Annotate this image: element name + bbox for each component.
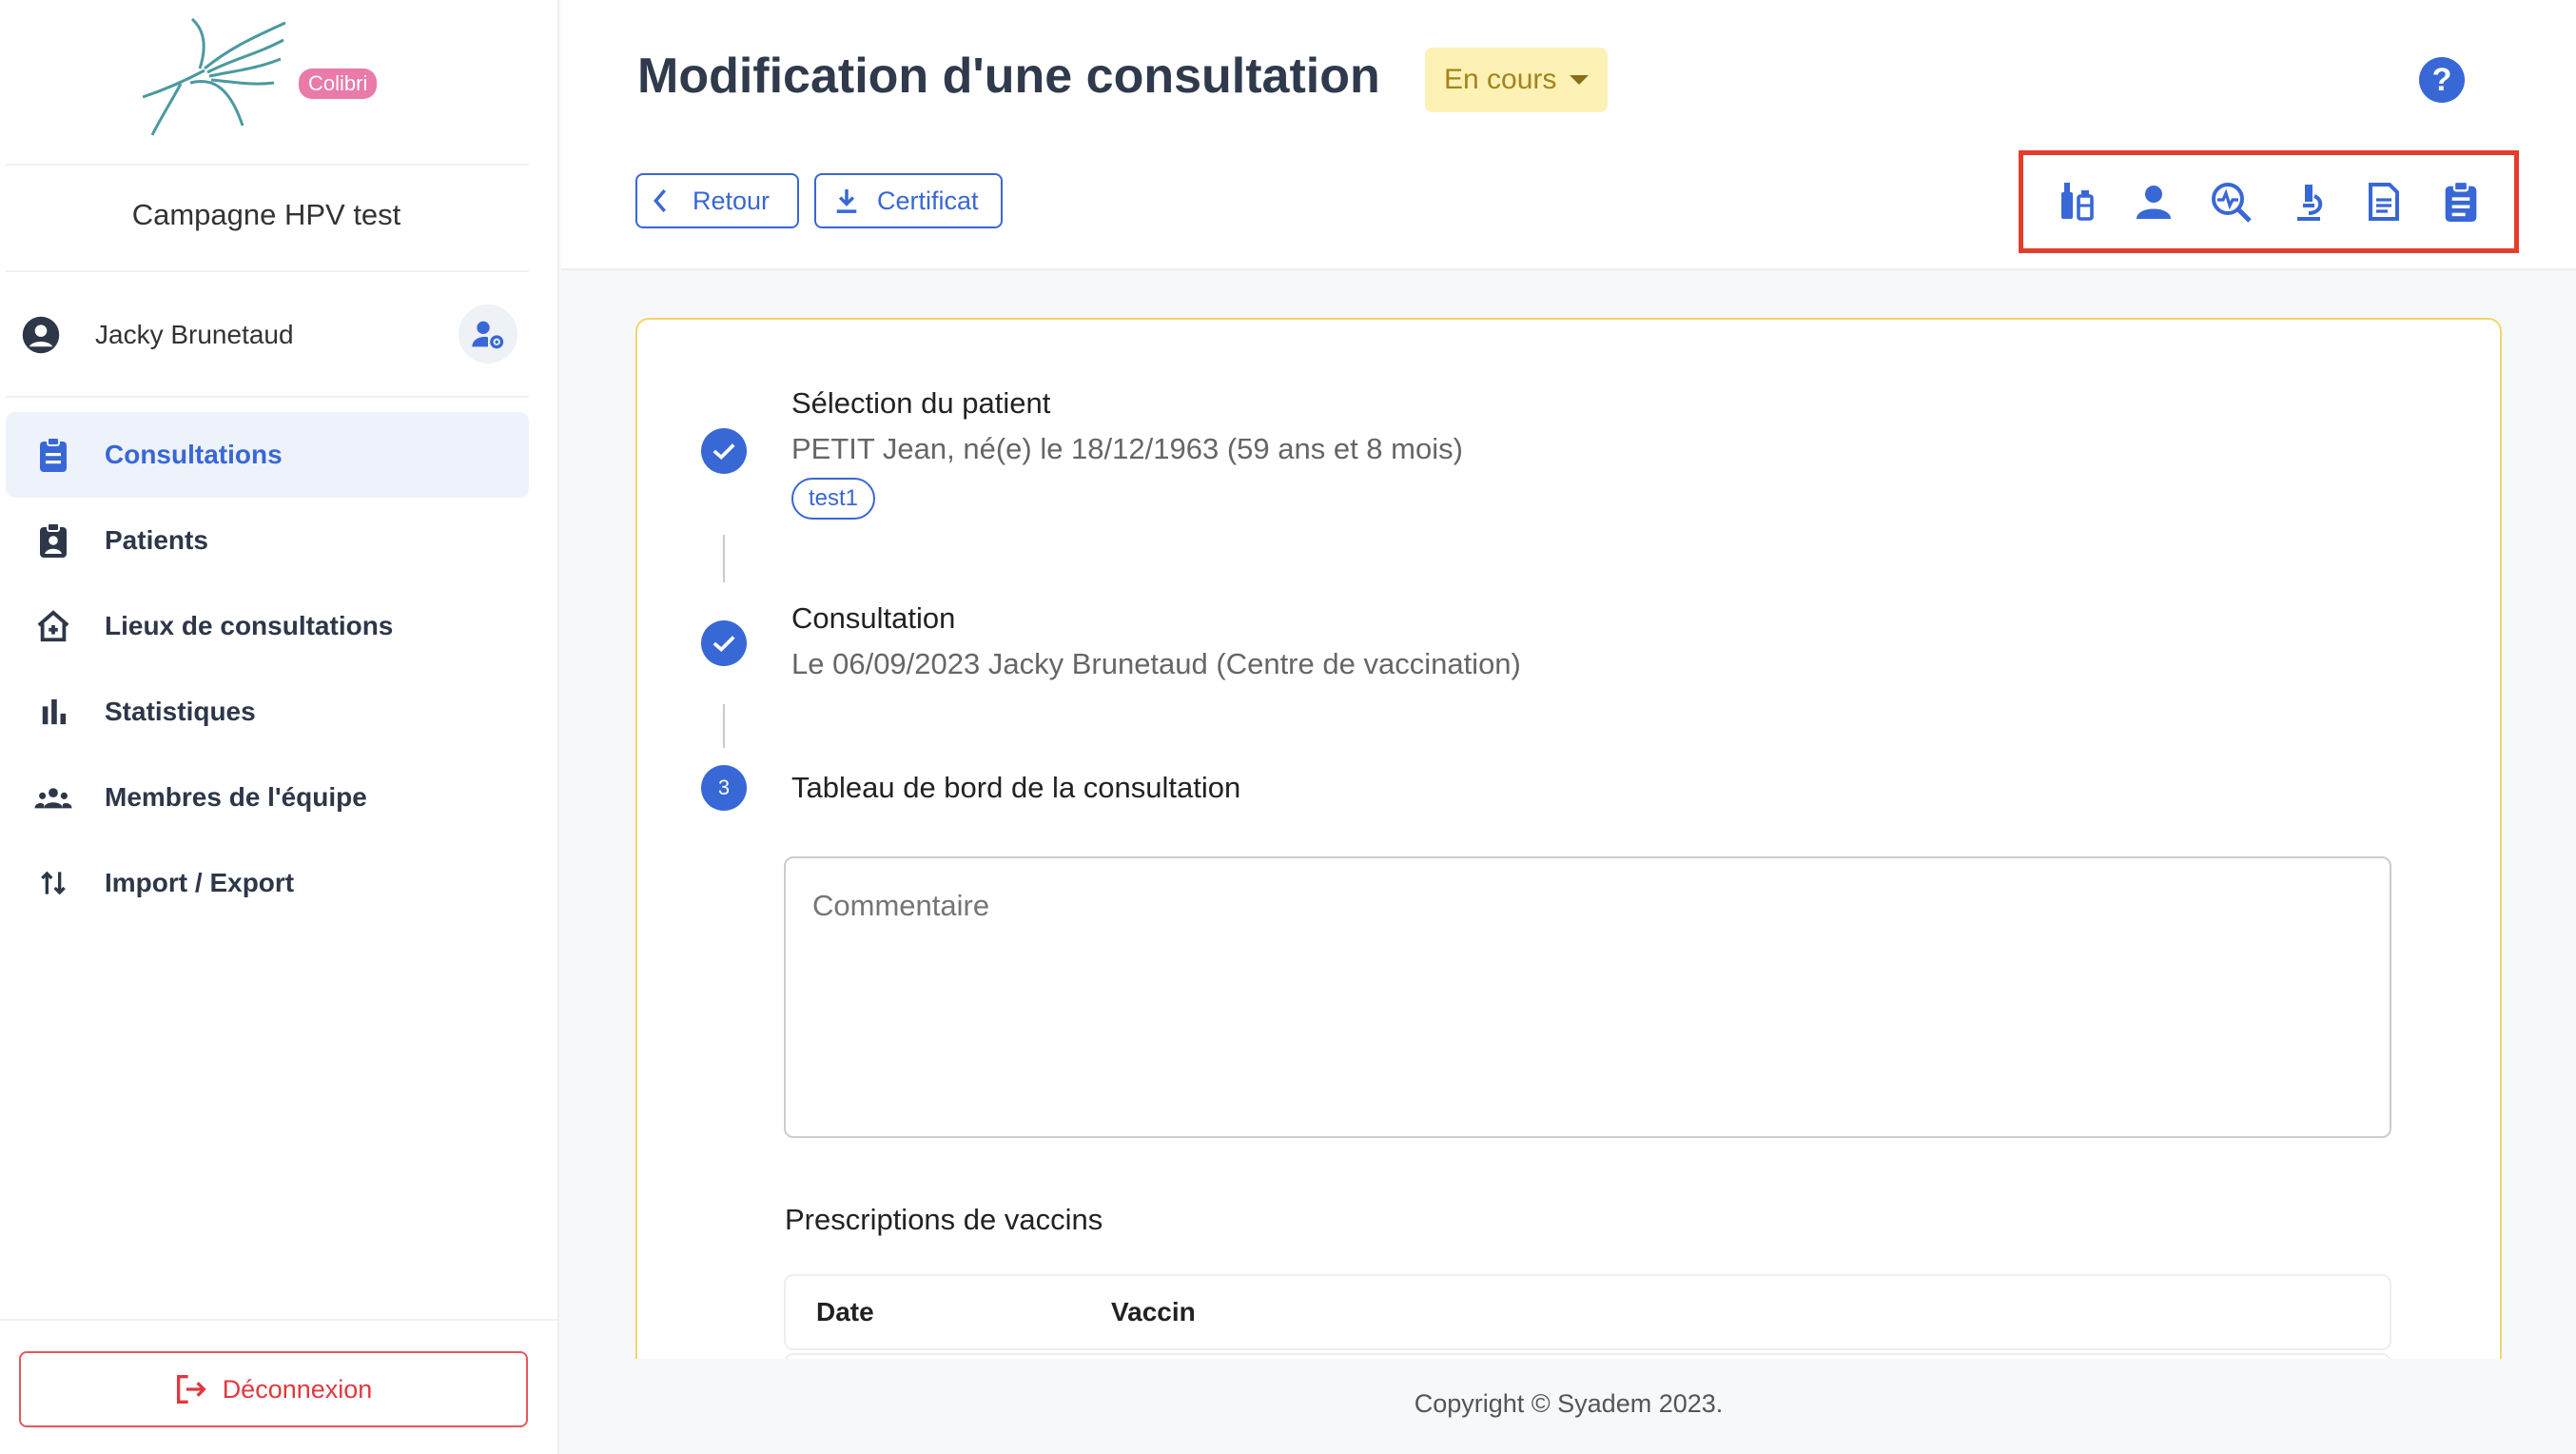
- logout-button[interactable]: Déconnexion: [19, 1351, 528, 1427]
- footer: Copyright © Syadem 2023.: [1414, 1389, 1724, 1418]
- user-gear-icon: [472, 321, 504, 349]
- bar-chart-icon: [34, 693, 72, 731]
- sidebar-item-consultations[interactable]: Consultations: [6, 412, 529, 498]
- brand-badge: Colibri: [299, 69, 378, 99]
- caret-down-icon: [1570, 75, 1590, 85]
- chevron-left-icon: [654, 188, 666, 213]
- sidebar-item-label: Membres de l'équipe: [105, 782, 367, 812]
- vaccine-icon[interactable]: [2053, 178, 2100, 226]
- back-button[interactable]: Retour: [635, 173, 799, 228]
- step-connector: [723, 535, 725, 582]
- help-icon[interactable]: ?: [2419, 57, 2465, 103]
- step-title: Tableau de bord de la consultation: [791, 771, 1241, 804]
- campaign-name: Campagne HPV test: [131, 198, 401, 231]
- step-check-icon: [701, 428, 747, 474]
- download-icon: [836, 189, 857, 213]
- clipboard-icon[interactable]: [2437, 178, 2485, 226]
- home-plus-icon: [34, 607, 72, 645]
- sidebar-item-label: Import / Export: [105, 868, 295, 897]
- patient-tag[interactable]: test1: [791, 478, 876, 520]
- status-dropdown[interactable]: En cours: [1425, 48, 1609, 112]
- column-header-date[interactable]: Date: [816, 1297, 874, 1327]
- step-title: Sélection du patient: [791, 386, 1051, 420]
- step-description: PETIT Jean, né(e) le 18/12/1963 (59 ans …: [791, 432, 1463, 465]
- sidebar-item-lieux[interactable]: Lieux de consultations: [6, 583, 529, 669]
- user-name: Jacky Brunetaud: [95, 320, 294, 349]
- consultation-card: Sélection du patient PETIT Jean, né(e) l…: [635, 318, 2502, 1359]
- divider: [6, 164, 529, 166]
- prescriptions-title: Prescriptions de vaccins: [785, 1203, 1103, 1236]
- sidebar-item-patients[interactable]: Patients: [6, 498, 529, 583]
- swap-vertical-icon: [34, 864, 72, 902]
- step-title: Consultation: [791, 601, 956, 635]
- step-check-icon: [701, 620, 747, 666]
- step-number: 3: [701, 765, 747, 811]
- sidebar-nav: Consultations Patients Lieux de consulta…: [6, 412, 529, 926]
- document-icon[interactable]: [2360, 178, 2408, 226]
- divider: [6, 270, 529, 272]
- sidebar-item-label: Lieux de consultations: [105, 611, 394, 640]
- sidebar-item-statistiques[interactable]: Statistiques: [6, 669, 529, 755]
- user-settings-button[interactable]: [459, 305, 517, 364]
- team-icon: [34, 778, 72, 816]
- sidebar-item-label: Patients: [105, 525, 208, 555]
- user-row: Jacky Brunetaud: [21, 305, 517, 365]
- sidebar-item-label: Consultations: [105, 440, 283, 469]
- divider: [0, 1319, 557, 1321]
- certificate-button[interactable]: Certificat: [814, 173, 1003, 228]
- step-connector: [723, 704, 725, 748]
- step-description: Le 06/09/2023 Jacky Brunetaud (Centre de…: [791, 647, 1521, 680]
- comment-textarea[interactable]: [784, 856, 2391, 1138]
- column-header-vaccin[interactable]: Vaccin: [1111, 1297, 1196, 1327]
- table-row: [784, 1353, 2391, 1359]
- prescriptions-table-header: Date Vaccin: [784, 1274, 2391, 1350]
- status-label: En cours: [1444, 64, 1557, 95]
- sidebar-item-import-export[interactable]: Import / Export: [6, 840, 529, 926]
- sidebar: Colibri Campagne HPV test Jacky Brunetau…: [0, 0, 559, 1454]
- patient-badge-icon: [34, 521, 72, 560]
- back-label: Retour: [693, 186, 771, 215]
- clipboard-icon: [34, 436, 72, 474]
- hummingbird-icon: [142, 17, 286, 136]
- logout-label: Déconnexion: [222, 1374, 373, 1404]
- microscope-icon[interactable]: [2283, 178, 2331, 226]
- colibri-logo[interactable]: Colibri: [133, 11, 390, 145]
- consultation-toolbar: [2019, 150, 2519, 253]
- search-health-icon[interactable]: [2207, 178, 2254, 226]
- logout-icon: [176, 1375, 206, 1404]
- sidebar-item-membres[interactable]: Membres de l'équipe: [6, 755, 529, 840]
- divider: [6, 396, 529, 398]
- person-icon[interactable]: [2130, 178, 2177, 226]
- page-title: Modification d'une consultation: [637, 49, 1380, 104]
- sidebar-item-label: Statistiques: [105, 697, 256, 726]
- page-header: Modification d'une consultation En cours…: [561, 0, 2576, 270]
- user-circle-icon: [22, 316, 60, 354]
- certificate-label: Certificat: [877, 186, 979, 215]
